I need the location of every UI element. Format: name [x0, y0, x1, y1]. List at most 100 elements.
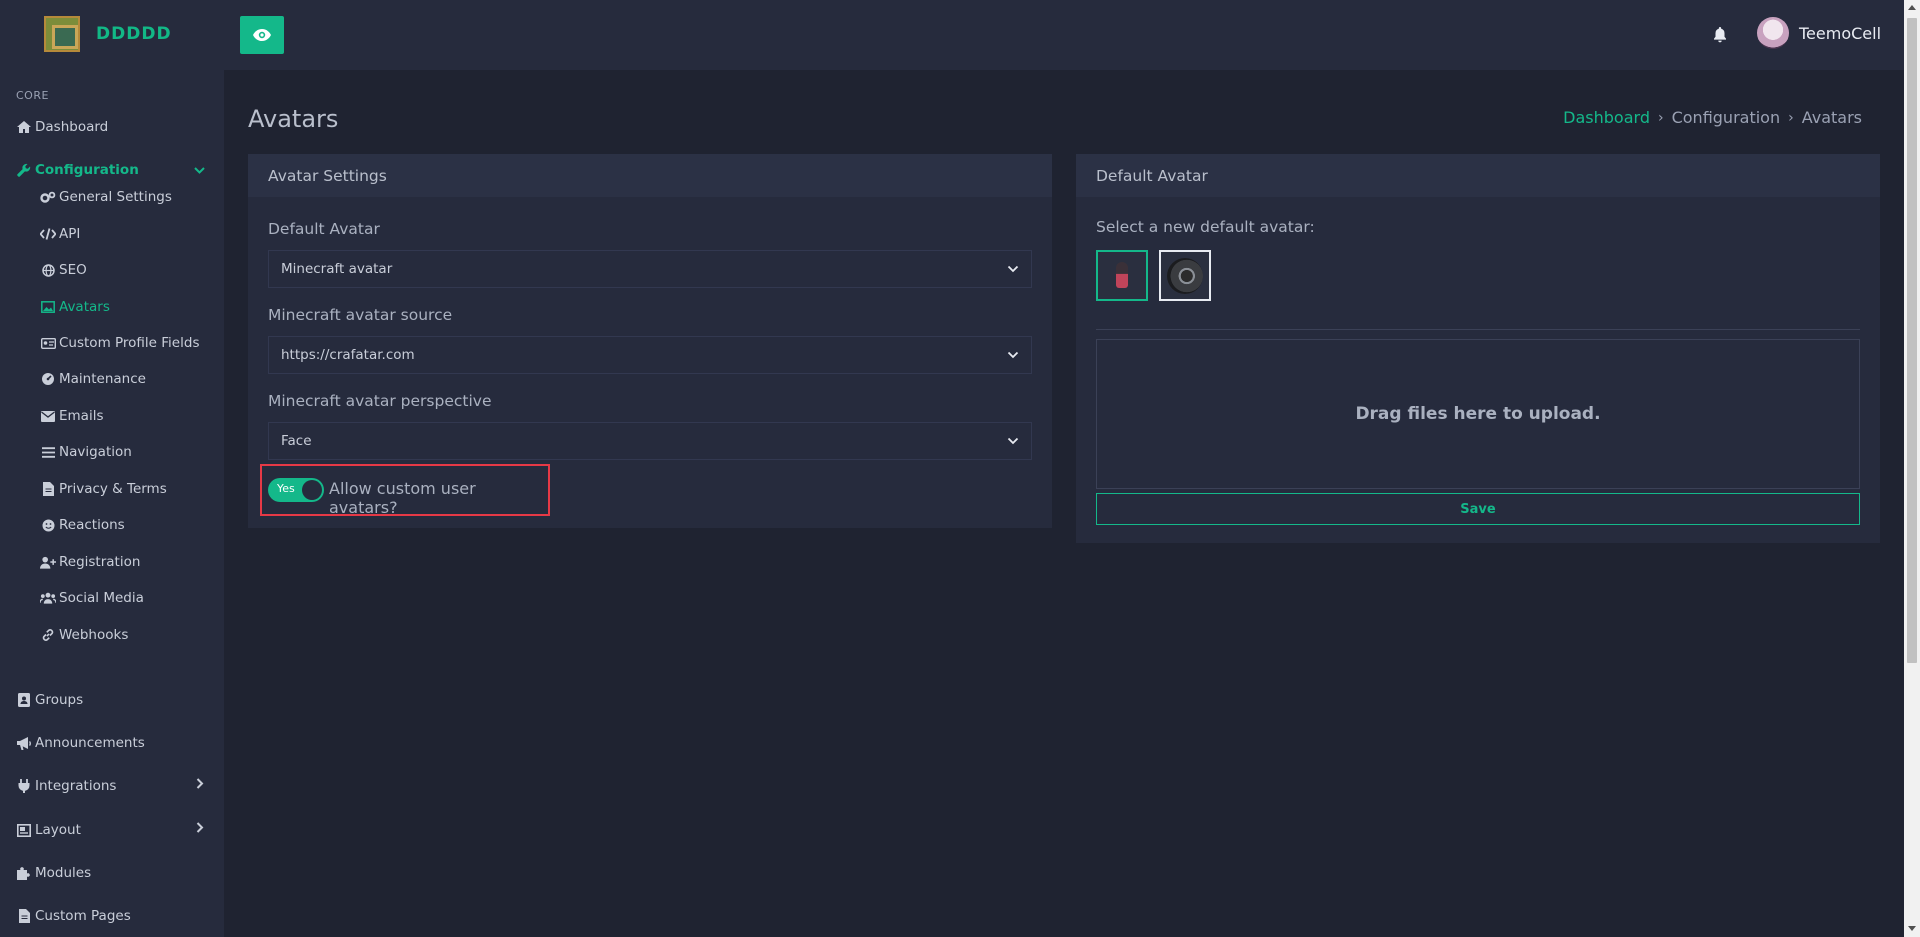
notifications-bell-icon[interactable] [1711, 24, 1729, 46]
sidebar-item-label: Webhooks [59, 627, 129, 643]
sidebar-item-webhooks[interactable]: Webhooks [40, 627, 128, 643]
sidebar-item-configuration[interactable]: Configuration [16, 162, 139, 178]
sidebar-item-label: Navigation [59, 444, 132, 460]
sidebar-item-layout[interactable]: Layout [16, 822, 81, 838]
breadcrumb-configuration: Configuration [1671, 108, 1781, 127]
sidebar-item-label: Custom Profile Fields [59, 335, 200, 351]
file-icon [16, 909, 32, 923]
card-header: Avatar Settings [248, 154, 1052, 197]
sidebar-item-label: Announcements [35, 735, 145, 751]
sidebar: CORE Dashboard Configuration General Set… [0, 70, 224, 937]
sidebar-item-registration[interactable]: Registration [40, 554, 140, 570]
sidebar-item-custom-pages[interactable]: Custom Pages [16, 908, 131, 924]
sidebar-item-label: Layout [35, 822, 81, 838]
sidebar-item-integrations[interactable]: Integrations [16, 778, 116, 794]
select-value: https://crafatar.com [281, 347, 415, 363]
allow-custom-avatars-label: Allow custom user avatars? [329, 479, 476, 517]
sidebar-item-custom-profile-fields[interactable]: Custom Profile Fields [40, 335, 199, 351]
chevron-down-icon[interactable] [194, 164, 205, 178]
save-button[interactable]: Save [1096, 493, 1860, 525]
sidebar-item-announcements[interactable]: Announcements [16, 735, 145, 751]
avatar-perspective-select[interactable]: Face [268, 422, 1032, 460]
sidebar-item-label: Registration [59, 554, 141, 570]
sidebar-item-emails[interactable]: Emails [40, 408, 104, 424]
user-name[interactable]: TeemoCell [1799, 24, 1881, 43]
envelope-icon [40, 409, 56, 423]
chevron-right-icon: › [1657, 109, 1664, 126]
id-card-icon [40, 336, 56, 350]
avatar-option-selected[interactable] [1096, 250, 1148, 301]
view-site-button[interactable] [240, 16, 284, 54]
image-icon [40, 300, 56, 314]
sidebar-item-label: Avatars [59, 299, 110, 315]
sidebar-item-label: General Settings [59, 189, 172, 205]
brand-name[interactable]: DDDDD [96, 24, 172, 44]
sidebar-item-label: Maintenance [59, 371, 146, 387]
sidebar-item-label: Modules [35, 865, 92, 881]
code-icon [40, 227, 56, 241]
card-header: Default Avatar [1076, 154, 1880, 197]
sidebar-item-social-media[interactable]: Social Media [40, 590, 144, 606]
scroll-down-arrow-icon[interactable] [1908, 926, 1916, 931]
default-avatar-label: Default Avatar [268, 220, 380, 238]
user-avatar[interactable] [1757, 17, 1789, 49]
user-plus-icon [40, 555, 56, 569]
sidebar-item-dashboard[interactable]: Dashboard [16, 119, 108, 135]
sidebar-item-label: Reactions [59, 517, 125, 533]
chevron-right-icon: › [1788, 109, 1794, 126]
bullhorn-icon [16, 736, 32, 750]
gauge-icon [40, 372, 56, 386]
address-book-icon [16, 693, 32, 707]
chevron-right-icon[interactable] [196, 778, 204, 792]
gears-icon [40, 190, 56, 204]
sidebar-item-seo[interactable]: SEO [40, 262, 87, 278]
smile-icon [40, 518, 56, 532]
default-avatar-card: Default Avatar Select a new default avat… [1076, 154, 1880, 543]
breadcrumb: Dashboard › Configuration › Avatars [1563, 108, 1862, 127]
top-bar: DDDDD TeemoCell [0, 0, 1904, 70]
default-avatar-select[interactable]: Minecraft avatar [268, 250, 1032, 288]
sidebar-item-label: Dashboard [35, 119, 109, 135]
divider [1096, 329, 1860, 330]
scrollbar-thumb[interactable] [1907, 18, 1917, 663]
sidebar-item-label: Privacy & Terms [59, 481, 167, 497]
upload-dropzone[interactable]: Drag files here to upload. [1096, 339, 1860, 489]
custom-avatars-highlight: Yes Allow custom user avatars? [260, 464, 550, 517]
link-icon [40, 628, 56, 642]
avatar-perspective-label: Minecraft avatar perspective [268, 392, 492, 410]
sidebar-item-label: Groups [35, 692, 84, 708]
chevron-right-icon[interactable] [196, 822, 204, 836]
sidebar-item-groups[interactable]: Groups [16, 692, 83, 708]
sidebar-item-label: Configuration [35, 162, 139, 178]
sidebar-item-navigation[interactable]: Navigation [40, 444, 132, 460]
allow-custom-avatars-toggle[interactable]: Yes [268, 478, 324, 502]
sidebar-item-avatars[interactable]: Avatars [40, 299, 110, 315]
chevron-down-icon [1007, 434, 1019, 452]
avatar-option[interactable] [1159, 250, 1211, 301]
sidebar-item-label: Integrations [35, 778, 117, 794]
sidebar-item-label: Custom Pages [35, 908, 131, 924]
brand-logo[interactable] [44, 16, 80, 52]
avatar-source-label: Minecraft avatar source [268, 306, 453, 324]
sidebar-item-privacy-terms[interactable]: Privacy & Terms [40, 481, 167, 497]
avatar-source-select[interactable]: https://crafatar.com [268, 336, 1032, 374]
users-icon [40, 591, 56, 605]
sidebar-item-api[interactable]: API [40, 226, 80, 242]
sidebar-item-modules[interactable]: Modules [16, 865, 91, 881]
sidebar-item-reactions[interactable]: Reactions [40, 517, 125, 533]
wrench-icon [16, 163, 32, 177]
scroll-up-arrow-icon[interactable] [1908, 5, 1916, 10]
plug-icon [16, 779, 32, 793]
select-value: Face [281, 433, 312, 449]
sidebar-item-label: API [59, 226, 81, 242]
sidebar-item-maintenance[interactable]: Maintenance [40, 371, 146, 387]
chevron-down-icon [1007, 262, 1019, 280]
toggle-knob [302, 480, 322, 500]
page-title: Avatars [248, 105, 339, 133]
sidebar-item-general-settings[interactable]: General Settings [40, 189, 172, 205]
sidebar-item-label: Social Media [59, 590, 144, 606]
layout-icon [16, 823, 32, 837]
page-scrollbar[interactable] [1904, 0, 1920, 937]
sidebar-item-label: Emails [59, 408, 104, 424]
breadcrumb-dashboard[interactable]: Dashboard [1563, 108, 1650, 127]
